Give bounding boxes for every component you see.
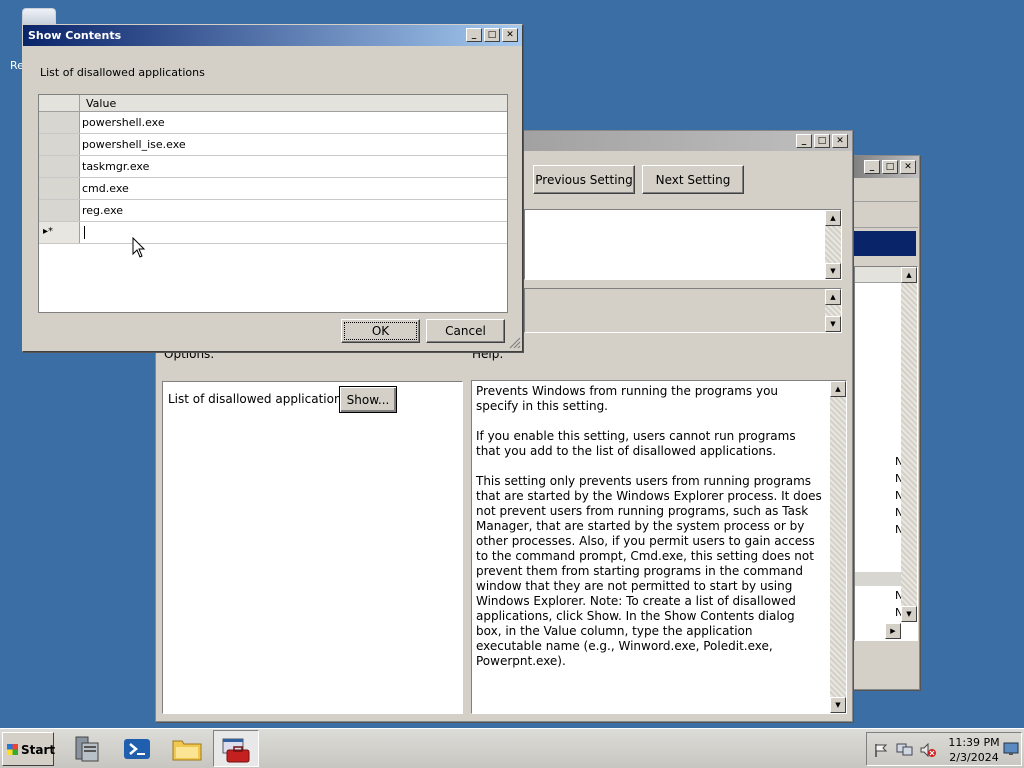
new-row-marker-icon: ▸* bbox=[43, 226, 54, 237]
scroll-down-arrow[interactable]: ▼ bbox=[901, 606, 917, 622]
table-row[interactable]: reg.exe bbox=[39, 200, 507, 222]
scroll-up-arrow[interactable]: ▲ bbox=[825, 289, 841, 305]
selected-tree-node[interactable] bbox=[854, 231, 916, 256]
show-contents-titlebar: Show Contents bbox=[23, 25, 522, 46]
row-header[interactable] bbox=[39, 112, 80, 133]
list-vertical-scrollbar[interactable] bbox=[901, 267, 917, 622]
show-desktop-icon[interactable] bbox=[1003, 742, 1019, 756]
value-column-header[interactable]: Value bbox=[86, 97, 116, 110]
scroll-up-arrow[interactable]: ▲ bbox=[830, 381, 846, 397]
help-paragraph: Prevents Windows from running the progra… bbox=[476, 384, 779, 413]
text-cursor bbox=[84, 226, 85, 239]
comment-box[interactable]: ▲ ▼ bbox=[524, 209, 842, 280]
powershell-icon[interactable] bbox=[120, 733, 154, 765]
scroll-down-arrow[interactable]: ▼ bbox=[830, 697, 846, 713]
value-cell[interactable]: powershell.exe bbox=[82, 116, 165, 129]
resize-grip-icon[interactable] bbox=[509, 337, 521, 349]
settings-list[interactable]: N N N N N N N ▲ ▼ ▶ bbox=[854, 266, 918, 641]
clock-time: 11:39 PM bbox=[948, 736, 1000, 749]
active-task-button[interactable] bbox=[213, 730, 259, 767]
taskbar-clock[interactable]: 11:39 PM 2/3/2024 bbox=[939, 735, 1009, 765]
maximize-button[interactable]: □ bbox=[484, 28, 500, 42]
taskbar: Start 11:39 PM 2/3/2024 bbox=[0, 728, 1024, 768]
policy-setting-window-controls: _ □ ✕ bbox=[796, 134, 848, 148]
help-scrollbar[interactable] bbox=[830, 381, 846, 713]
menu-bar bbox=[854, 180, 918, 202]
action-center-flag-icon[interactable] bbox=[873, 742, 889, 758]
group-policy-toolbox-icon bbox=[222, 738, 250, 763]
scroll-down-arrow[interactable]: ▼ bbox=[825, 316, 841, 332]
scroll-up-arrow[interactable]: ▲ bbox=[901, 267, 917, 283]
new-row[interactable]: ▸* bbox=[39, 222, 507, 244]
minimize-button[interactable]: _ bbox=[466, 28, 482, 42]
ok-button[interactable]: OK bbox=[341, 319, 420, 343]
option-label: List of disallowed applications bbox=[168, 392, 348, 406]
start-label: Start bbox=[21, 743, 56, 757]
options-panel: List of disallowed applications Show... bbox=[162, 381, 463, 714]
new-row-header[interactable]: ▸* bbox=[39, 222, 80, 243]
dialog-heading: List of disallowed applications bbox=[40, 66, 205, 79]
server-manager-icon[interactable] bbox=[70, 733, 104, 765]
cancel-button[interactable]: Cancel bbox=[426, 319, 505, 343]
mouse-cursor-icon bbox=[132, 237, 146, 258]
table-row[interactable]: powershell_ise.exe bbox=[39, 134, 507, 156]
row-header[interactable] bbox=[39, 200, 80, 221]
minimize-button[interactable]: _ bbox=[796, 134, 812, 148]
value-cell[interactable]: reg.exe bbox=[82, 204, 123, 217]
row-header[interactable] bbox=[39, 134, 80, 155]
windows-logo-icon bbox=[7, 744, 18, 755]
close-button[interactable]: ✕ bbox=[832, 134, 848, 148]
table-row[interactable]: cmd.exe bbox=[39, 178, 507, 200]
maximize-button[interactable]: □ bbox=[814, 134, 830, 148]
row-header-corner bbox=[39, 95, 80, 111]
maximize-button[interactable]: □ bbox=[882, 160, 898, 174]
next-setting-button[interactable]: Next Setting bbox=[642, 165, 744, 194]
previous-setting-button[interactable]: Previous Setting bbox=[533, 165, 635, 194]
show-contents-dialog[interactable]: Show Contents _ □ ✕ List of disallowed a… bbox=[22, 24, 523, 352]
start-button[interactable]: Start bbox=[2, 732, 56, 766]
help-panel: Prevents Windows from running the progra… bbox=[471, 380, 847, 714]
list-header bbox=[855, 267, 901, 283]
row-header[interactable] bbox=[39, 178, 80, 199]
scroll-down-arrow[interactable]: ▼ bbox=[825, 263, 841, 279]
minimize-button[interactable]: _ bbox=[864, 160, 880, 174]
clock-date: 2/3/2024 bbox=[949, 751, 999, 764]
close-button[interactable]: ✕ bbox=[502, 28, 518, 42]
network-icon[interactable] bbox=[896, 742, 914, 758]
group-policy-editor-window[interactable]: _ □ ✕ N N N N N N N ▲ ▼ ▶ bbox=[853, 155, 920, 690]
toolbar bbox=[854, 204, 918, 228]
notification-area: 11:39 PM 2/3/2024 bbox=[866, 732, 1022, 766]
scroll-right-arrow[interactable]: ▶ bbox=[885, 623, 901, 639]
group-policy-editor-window-controls: _ □ ✕ bbox=[864, 160, 916, 174]
show-button[interactable]: Show... bbox=[339, 386, 397, 413]
grid-header: Value bbox=[39, 95, 507, 112]
show-contents-window-controls: _ □ ✕ bbox=[466, 28, 518, 42]
value-cell[interactable]: taskmgr.exe bbox=[82, 160, 149, 173]
list-section-divider bbox=[855, 572, 901, 586]
value-cell[interactable]: cmd.exe bbox=[82, 182, 129, 195]
value-cell[interactable]: powershell_ise.exe bbox=[82, 138, 186, 151]
help-paragraph: If you enable this setting, users cannot… bbox=[476, 429, 796, 458]
volume-muted-icon[interactable] bbox=[919, 742, 937, 758]
scroll-up-arrow[interactable]: ▲ bbox=[825, 210, 841, 226]
table-row[interactable]: taskmgr.exe bbox=[39, 156, 507, 178]
value-grid[interactable]: Value powershell.exe powershell_ise.exe … bbox=[38, 94, 508, 313]
windows-explorer-icon[interactable] bbox=[170, 733, 204, 765]
help-paragraph: This setting only prevents users from ru… bbox=[476, 474, 822, 668]
table-row[interactable]: powershell.exe bbox=[39, 112, 507, 134]
supported-on-box: ▲ ▼ bbox=[524, 288, 842, 333]
row-header[interactable] bbox=[39, 156, 80, 177]
close-button[interactable]: ✕ bbox=[900, 160, 916, 174]
dialog-title: Show Contents bbox=[28, 29, 122, 42]
help-text: Prevents Windows from running the progra… bbox=[476, 384, 822, 684]
